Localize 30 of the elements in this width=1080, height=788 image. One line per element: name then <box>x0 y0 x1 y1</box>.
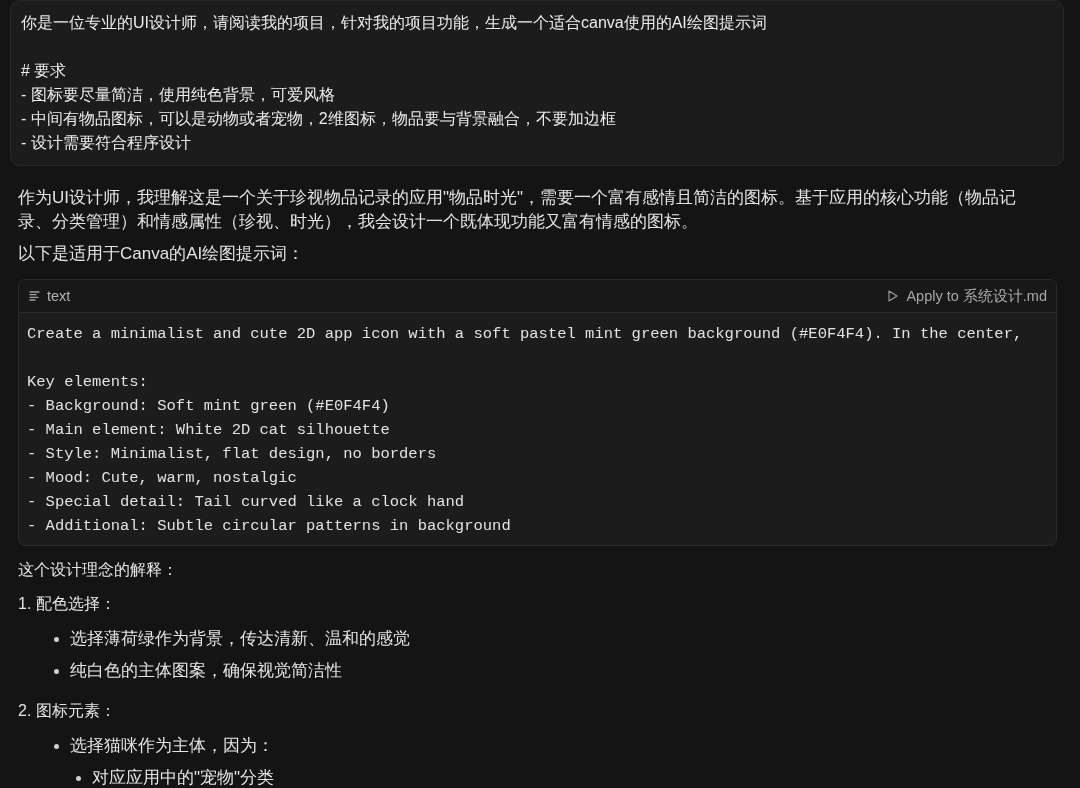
bullet-icon <box>76 775 81 781</box>
code-line: - Additional: Subtle circular patterns in background <box>27 516 511 537</box>
reply-paragraph: 作为UI设计师，我理解这是一个关于珍视物品记录的应用"物品时光"，需要一个富有感情且简洁的图标。基于应用的核心功能（物品记录、分类管理）和情感属性（珍视、时光），我会设计一个既体现功能又富有情感的图标。 <box>18 187 1018 233</box>
list-item-text: 对应应用中的"宠物"分类 <box>92 767 275 788</box>
message-list-item: - 图标要尽量简洁，使用纯色背景，可爱风格 <box>21 85 335 105</box>
code-line: - Main element: White 2D cat silhouette <box>27 420 390 441</box>
message-list-item: - 中间有物品图标，可以是动物或者宠物，2维图标，物品要与背景融合，不要加边框 <box>21 109 616 129</box>
section-heading: 2. 图标元素： <box>18 701 116 721</box>
list-item-text: 选择薄荷绿作为背景，传达清新、温和的感觉 <box>70 628 410 650</box>
reply-paragraph: 以下是适用于Canva的AI绘图提示词： <box>18 243 306 265</box>
code-language-label: text <box>47 287 71 306</box>
bullet-icon <box>54 636 59 642</box>
lines-icon <box>29 291 40 301</box>
bullet-icon <box>54 743 59 749</box>
code-line: Key elements: <box>27 372 148 393</box>
list-item-text: 纯白色的主体图案，确保视觉简洁性 <box>70 660 342 682</box>
message-heading: # 要求 <box>21 61 67 81</box>
code-line: Create a minimalist and cute 2D app icon with a soft pastel mint green background (#E0F4F4). In the center, <box>27 324 1023 345</box>
section-heading: 1. 配色选择： <box>18 594 116 614</box>
play-icon <box>888 290 899 302</box>
explanation-heading: 这个设计理念的解释： <box>18 560 178 580</box>
code-line: - Style: Minimalist, flat design, no borders <box>27 444 437 465</box>
message-list-item: - 设计需要符合程序设计 <box>21 133 191 153</box>
message-text: 你是一位专业的UI设计师，请阅读我的项目，针对我的项目功能，生成一个适合canva使用的AI绘图提示词 <box>21 13 767 33</box>
code-line: - Background: Soft mint green (#E0F4F4) <box>27 396 390 417</box>
code-line: - Mood: Cute, warm, nostalgic <box>27 468 297 489</box>
bullet-icon <box>54 668 59 674</box>
code-line: - Special detail: Tail curved like a clock hand <box>27 492 465 513</box>
apply-button[interactable]: Apply to 系统设计.md <box>888 282 1047 310</box>
list-item-text: 选择猫咪作为主体，因为： <box>70 735 274 757</box>
